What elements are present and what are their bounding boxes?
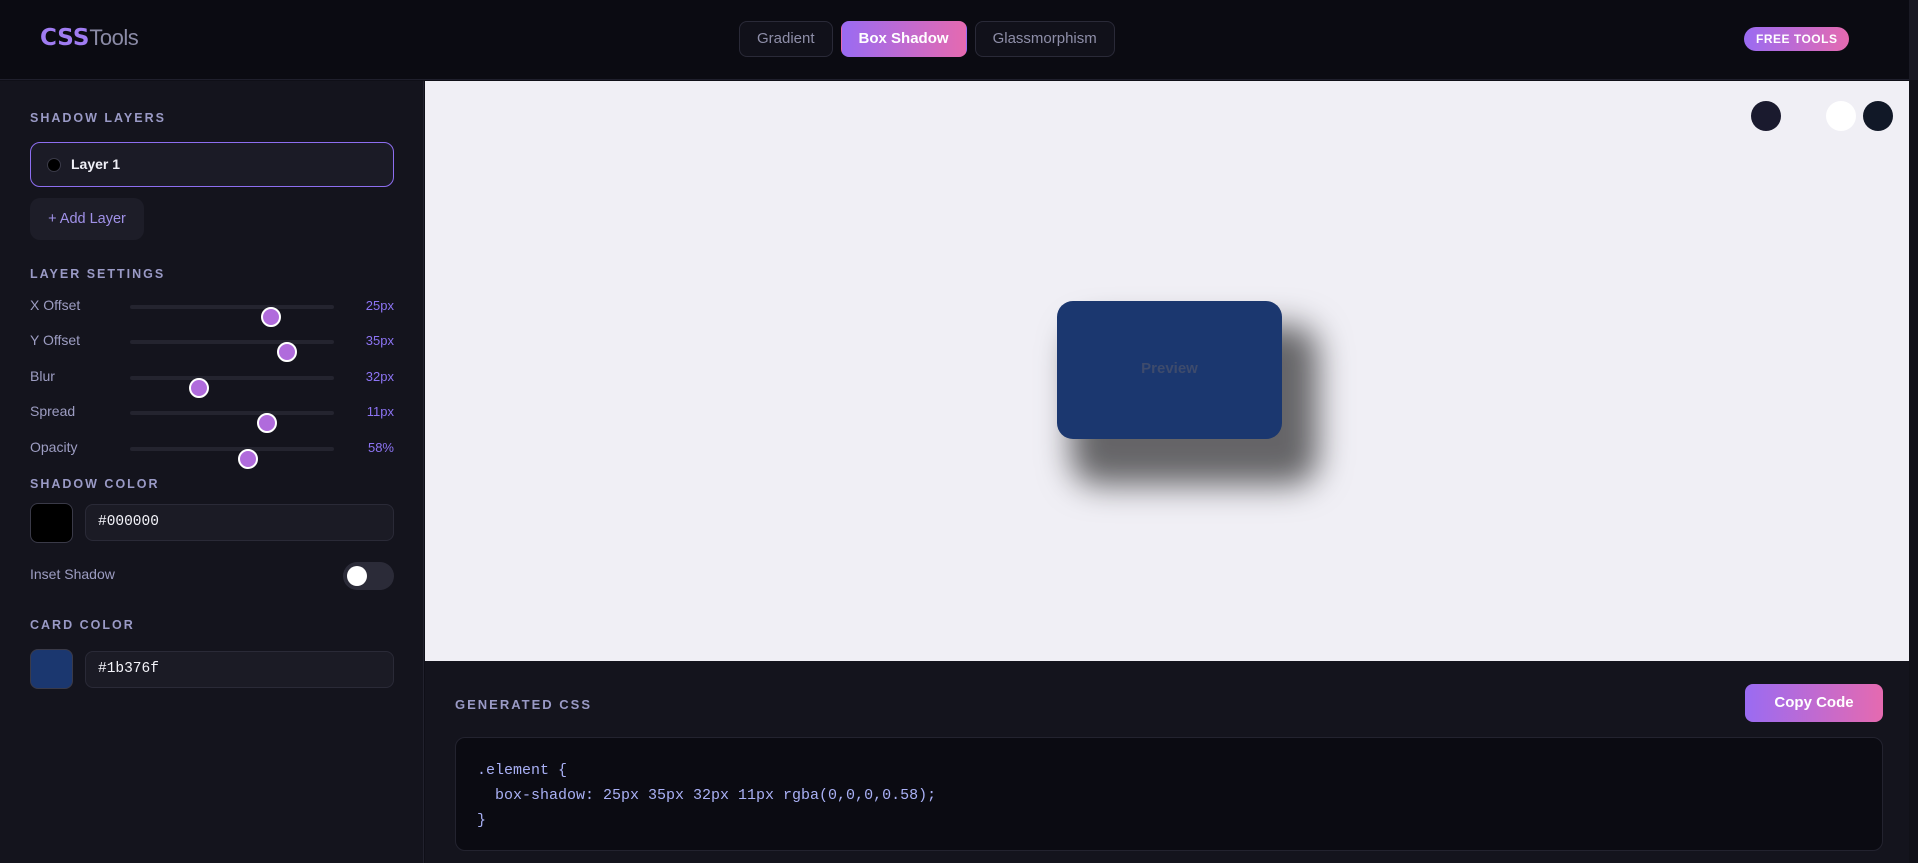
settings-sidebar: SHADOW LAYERS Layer 1 + Add Layer LAYER … [0,81,424,863]
toggle-knob [347,566,367,586]
slider-track[interactable] [130,305,334,327]
app-logo[interactable]: CSS Tools [40,25,139,51]
slider-thumb[interactable] [277,342,298,362]
top-header: CSS Tools Gradient Box Shadow Glassmorph… [0,0,1918,80]
page-scrollbar[interactable] [1909,80,1918,863]
copy-code-button[interactable]: Copy Code [1745,684,1883,722]
slider-label: Blur [30,368,55,384]
free-tools-badge: FREE TOOLS [1744,27,1850,51]
slider-thumb[interactable] [256,413,277,433]
slider-value: 58% [367,440,394,455]
slider-label: Y Offset [30,332,81,348]
shadow-color-title: SHADOW COLOR [30,477,160,491]
slider-track[interactable] [130,376,334,398]
slider-value: 25px [365,298,394,313]
shadow-color-swatch[interactable] [30,503,73,543]
logo-css-text: CSS [40,25,90,51]
layer-color-dot [47,158,61,172]
preview-card-text: Preview [1141,360,1198,377]
slider-value: 11px [366,404,394,419]
bg-option-white[interactable] [1826,101,1856,131]
spread-slider-row: Spread 11px [30,401,394,433]
slider-track[interactable] [130,340,334,362]
layer-label: Layer 1 [71,156,121,172]
generated-css-title: GENERATED CSS [455,697,592,712]
inset-shadow-toggle[interactable] [343,562,394,590]
css-code-block[interactable]: .element { box-shadow: 25px 35px 32px 11… [455,737,1883,851]
shadow-layers-title: SHADOW LAYERS [30,111,166,125]
slider-thumb[interactable] [238,449,259,469]
layer-settings-title: LAYER SETTINGS [30,267,166,281]
tool-tabs: Gradient Box Shadow Glassmorphism [739,21,1115,57]
slider-label: X Offset [30,297,81,313]
slider-track[interactable] [130,447,334,469]
generated-css-panel: GENERATED CSS Copy Code .element { box-s… [425,661,1909,863]
logo-tools-text: Tools [89,25,139,50]
bg-option-light[interactable] [1789,101,1819,131]
slider-track[interactable] [130,411,334,433]
card-color-title: CARD COLOR [30,618,135,632]
slider-label: Spread [30,403,76,419]
x-offset-slider-row: X Offset 25px [30,295,394,327]
tab-gradient[interactable]: Gradient [739,21,833,57]
blur-slider-row: Blur 32px [30,366,394,398]
slider-value: 35px [365,333,394,348]
slider-value: 32px [365,369,394,384]
y-offset-slider-row: Y Offset 35px [30,330,394,362]
opacity-slider-row: Opacity 58% [30,437,394,469]
slider-thumb[interactable] [260,307,281,327]
bg-option-dark[interactable] [1751,101,1781,131]
slider-label: Opacity [30,439,78,455]
preview-card: Preview [1057,301,1282,439]
tab-box-shadow[interactable]: Box Shadow [840,21,967,57]
slider-thumb[interactable] [189,378,210,398]
preview-canvas: Preview [425,81,1909,661]
header-scrollbar [1909,0,1918,80]
shadow-color-input[interactable]: #000000 [85,504,394,541]
inset-shadow-label: Inset Shadow [30,566,115,582]
card-color-swatch[interactable] [30,649,73,689]
bg-option-navy[interactable] [1863,101,1893,131]
tab-glassmorphism[interactable]: Glassmorphism [974,21,1115,57]
card-color-input[interactable]: #1b376f [85,651,394,688]
add-layer-button[interactable]: + Add Layer [30,198,144,240]
layer-item[interactable]: Layer 1 [30,142,394,187]
